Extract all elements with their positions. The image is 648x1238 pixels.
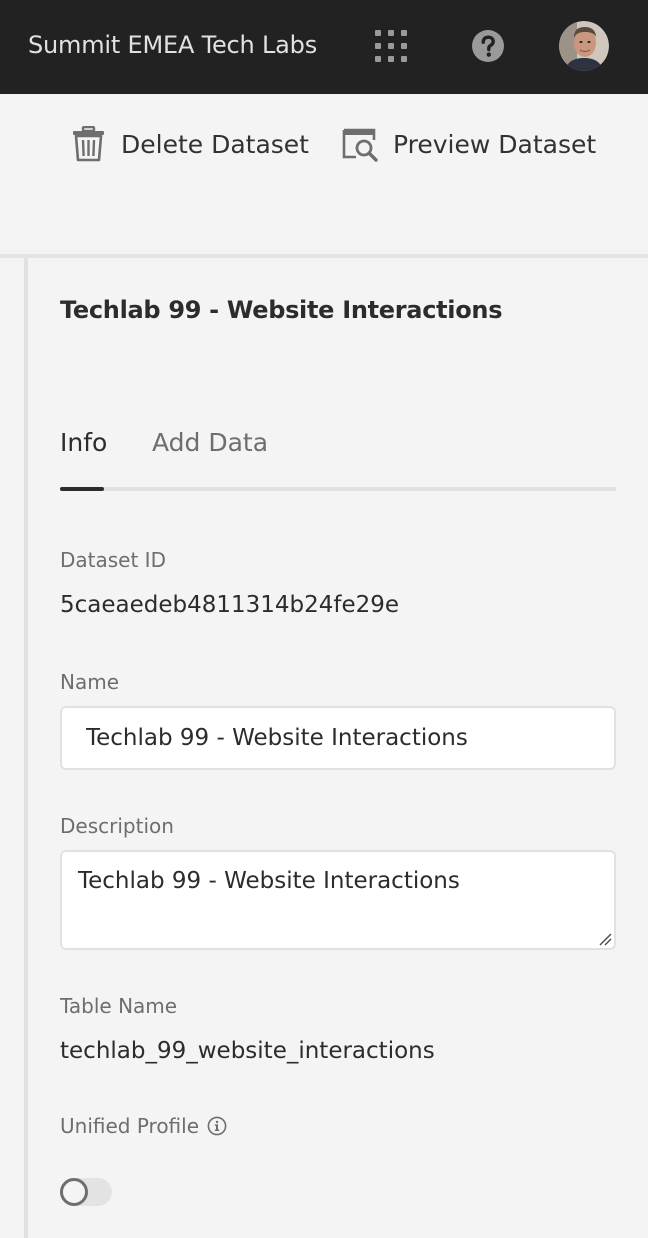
tabs-track bbox=[60, 487, 616, 491]
tab-info[interactable]: Info bbox=[60, 428, 107, 457]
preview-magnifier-icon bbox=[342, 128, 378, 162]
preview-dataset-label: Preview Dataset bbox=[393, 129, 597, 159]
dataset-tabs: Info Add Data bbox=[60, 420, 616, 492]
dataset-id-value: 5caeaedeb4811314b24fe29e bbox=[60, 592, 400, 618]
tab-add-data[interactable]: Add Data bbox=[152, 428, 268, 457]
description-field: Techlab 99 - Website Interactions bbox=[60, 850, 616, 950]
help-circle-icon[interactable] bbox=[471, 29, 505, 63]
name-input[interactable] bbox=[60, 706, 616, 770]
action-bar: Delete Dataset Preview Dataset bbox=[0, 94, 648, 254]
name-label: Name bbox=[60, 670, 120, 694]
toggle-knob bbox=[60, 1178, 88, 1206]
table-name-label: Table Name bbox=[60, 994, 178, 1018]
description-input[interactable]: Techlab 99 - Website Interactions bbox=[60, 850, 616, 950]
unified-profile-label-row: Unified Profile bbox=[60, 1114, 227, 1138]
table-name-value: techlab_99_website_interactions bbox=[60, 1038, 435, 1064]
delete-dataset-label: Delete Dataset bbox=[121, 129, 309, 159]
dataset-id-label: Dataset ID bbox=[60, 548, 166, 572]
resize-handle-icon[interactable] bbox=[598, 932, 612, 946]
preview-dataset-button[interactable]: Preview Dataset bbox=[342, 124, 596, 164]
delete-dataset-button[interactable]: Delete Dataset bbox=[72, 124, 309, 164]
description-label: Description bbox=[60, 814, 174, 838]
user-avatar[interactable] bbox=[559, 21, 609, 71]
unified-profile-label: Unified Profile bbox=[60, 1114, 200, 1138]
trash-icon bbox=[73, 126, 104, 162]
top-bar: Summit EMEA Tech Labs bbox=[0, 0, 648, 94]
dataset-title: Techlab 99 - Website Interactions bbox=[60, 296, 503, 324]
info-circle-icon[interactable] bbox=[207, 1116, 227, 1136]
panel-left-rail bbox=[24, 258, 28, 1238]
org-name[interactable]: Summit EMEA Tech Labs bbox=[28, 31, 317, 59]
apps-grid-icon[interactable] bbox=[374, 29, 408, 63]
action-bar-divider bbox=[0, 254, 648, 258]
active-tab-indicator bbox=[60, 487, 104, 491]
unified-profile-toggle[interactable] bbox=[60, 1178, 112, 1206]
